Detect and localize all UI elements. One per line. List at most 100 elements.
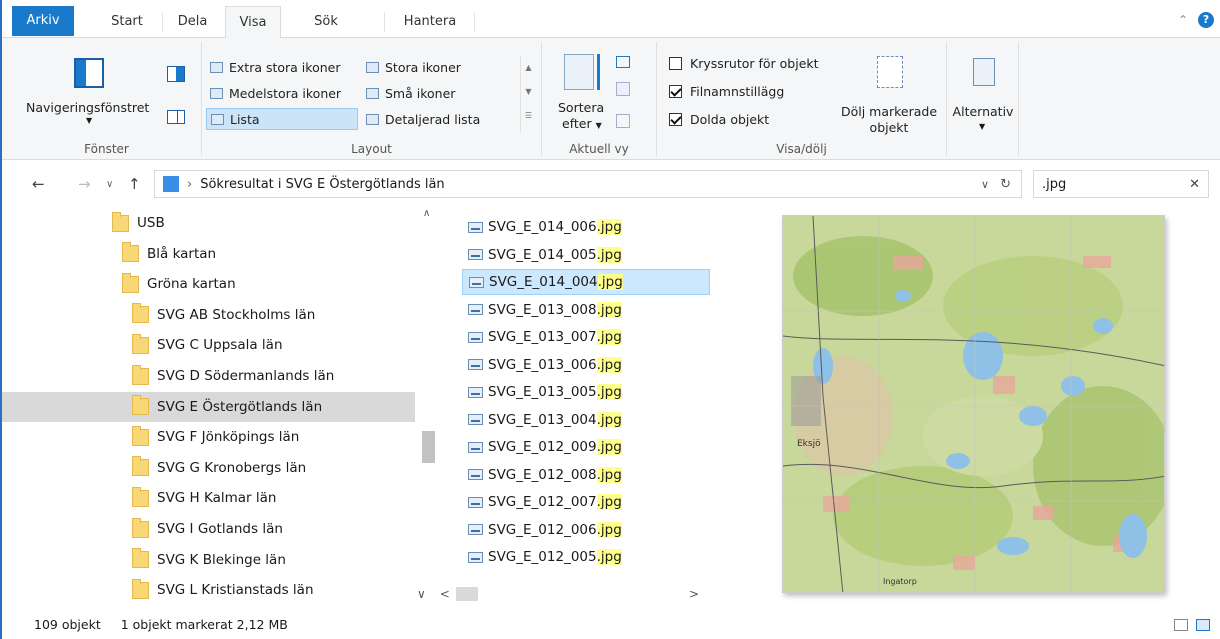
chevron-down-icon[interactable]: ▼: [86, 116, 92, 125]
nav-tree-item-label: SVG AB Stockholms län: [157, 306, 316, 323]
large-icons-view-icon[interactable]: [1196, 618, 1210, 631]
chevron-down-icon[interactable]: ▼: [979, 122, 985, 131]
sort-button[interactable]: Sortera: [558, 100, 604, 115]
nav-tree-item[interactable]: SVG K Blekinge län: [2, 545, 415, 575]
add-columns-icon[interactable]: [616, 82, 630, 96]
layout-label: Små ikoner: [385, 85, 456, 101]
clear-search-icon[interactable]: ✕: [1189, 177, 1200, 192]
address-dropdown-icon[interactable]: ∨: [981, 178, 989, 191]
forward-arrow-icon[interactable]: →: [78, 175, 91, 193]
up-arrow-icon[interactable]: ↑: [128, 175, 141, 193]
nav-tree-item[interactable]: Blå kartan: [2, 239, 415, 269]
nav-tree-item-label: SVG C Uppsala län: [157, 337, 283, 354]
nav-tree-item[interactable]: USB: [2, 208, 415, 238]
selection-info: 1 objekt markerat 2,12 MB: [120, 617, 288, 632]
layout-medium-icons[interactable]: Medelstora ikoner: [206, 82, 345, 104]
file-list-item[interactable]: SVG_E_012_005 .jpg: [462, 544, 710, 570]
group-by-icon[interactable]: [616, 56, 630, 68]
file-extension-highlight: .jpg: [596, 549, 622, 565]
tab-arkiv[interactable]: Arkiv: [12, 6, 74, 36]
checkbox-label: Filnamnstillägg: [690, 84, 785, 99]
nav-tree-item[interactable]: Gröna kartan: [2, 269, 415, 299]
file-list-item[interactable]: SVG_E_012_009 .jpg: [462, 434, 710, 460]
file-list-item[interactable]: SVG_E_014_005 .jpg: [462, 242, 710, 268]
checkbox-file-extensions[interactable]: Filnamnstillägg: [669, 84, 784, 99]
nav-tree-item[interactable]: SVG AB Stockholms län: [2, 300, 415, 330]
group-label-visa-dolj: Visa/dölj: [776, 142, 827, 156]
search-box[interactable]: .jpg ✕: [1033, 170, 1209, 198]
address-bar[interactable]: › Sökresultat i SVG E Östergötlands län …: [154, 170, 1022, 198]
file-list-item[interactable]: SVG_E_013_004 .jpg: [462, 407, 710, 433]
tab-dela[interactable]: Dela: [165, 6, 220, 38]
horizontal-scrollbar-thumb[interactable]: [455, 587, 478, 601]
sort-button-line2[interactable]: efter ▼: [562, 116, 602, 131]
layout-icon: [210, 61, 223, 73]
size-columns-icon[interactable]: [616, 114, 630, 128]
nav-tree-item[interactable]: SVG H Kalmar län: [2, 483, 415, 513]
scroll-down-icon[interactable]: ∨: [417, 587, 426, 601]
file-list-item[interactable]: SVG_E_013_006 .jpg: [462, 352, 710, 378]
collapse-ribbon-icon[interactable]: ⌃: [1178, 13, 1188, 27]
horizontal-scrollbar[interactable]: ∨ < >: [417, 584, 717, 604]
tab-sok[interactable]: Sök: [290, 6, 362, 38]
options-button[interactable]: Alternativ: [947, 104, 1019, 119]
scroll-right-icon[interactable]: >: [689, 587, 699, 601]
checkbox-item-checkboxes-box[interactable]: [669, 57, 682, 70]
checkbox-hidden-items-box[interactable]: [669, 113, 682, 126]
preview-pane-icon[interactable]: [167, 66, 185, 82]
nav-tree-item[interactable]: SVG C Uppsala län: [2, 330, 415, 360]
hide-selected-button[interactable]: Dölj markerade: [837, 104, 941, 119]
details-pane-icon[interactable]: [167, 110, 185, 124]
nav-tree-item[interactable]: SVG I Gotlands län: [2, 514, 415, 544]
help-icon[interactable]: ?: [1198, 12, 1214, 28]
tab-hantera[interactable]: Hantera: [390, 6, 470, 38]
layout-extra-large-icons[interactable]: Extra stora ikoner: [206, 56, 344, 78]
file-list-item[interactable]: SVG_E_012_007 .jpg: [462, 489, 710, 515]
layout-gallery-scroll[interactable]: ▲ ▼ ☰: [520, 56, 536, 132]
file-list-item[interactable]: SVG_E_012_008 .jpg: [462, 462, 710, 488]
scrollbar-thumb[interactable]: [422, 431, 435, 463]
hide-selected-icon: [877, 56, 903, 88]
layout-small-icons[interactable]: Små ikoner: [362, 82, 459, 104]
layout-details[interactable]: Detaljerad lista: [362, 108, 484, 130]
file-list-item[interactable]: SVG_E_014_004 .jpg: [462, 269, 710, 295]
layout-list[interactable]: Lista: [206, 108, 358, 130]
navigation-pane-icon: [74, 58, 104, 88]
file-name: SVG_E_012_006: [488, 521, 597, 538]
group-label-fonster: Fönster: [84, 142, 129, 156]
tab-visa[interactable]: Visa: [225, 6, 281, 39]
recent-locations-chevron-icon[interactable]: ∨: [106, 179, 113, 190]
file-list-item[interactable]: SVG_E_012_006 .jpg: [462, 517, 710, 543]
file-name: SVG_E_013_005: [488, 384, 597, 400]
refresh-icon[interactable]: ↻: [1000, 177, 1011, 192]
scroll-left-icon[interactable]: <: [440, 587, 450, 601]
checkbox-file-extensions-box[interactable]: [669, 85, 682, 98]
tab-start[interactable]: Start: [97, 6, 157, 38]
image-file-icon: [468, 249, 483, 260]
group-fonster: Navigeringsfönstret ▼ Fönster: [12, 42, 202, 156]
nav-tree-item[interactable]: SVG F Jönköpings län: [2, 422, 415, 452]
file-name: SVG_E_013_008: [488, 301, 597, 318]
image-file-icon: [468, 414, 483, 425]
checkbox-hidden-items[interactable]: Dolda objekt: [669, 112, 769, 127]
file-list-item[interactable]: SVG_E_013_005 .jpg: [462, 379, 710, 405]
file-list-item[interactable]: SVG_E_014_006 .jpg: [462, 214, 710, 240]
navigation-pane-button[interactable]: Navigeringsfönstret: [26, 100, 149, 115]
back-arrow-icon[interactable]: ←: [32, 175, 45, 193]
nav-tree-item[interactable]: SVG E Östergötlands län: [2, 391, 415, 422]
group-label-aktuell-vy: Aktuell vy: [569, 142, 629, 156]
search-input[interactable]: .jpg: [1042, 177, 1066, 192]
nav-tree-item[interactable]: SVG L Kristianstads län: [2, 575, 415, 605]
scroll-up-icon[interactable]: ∧: [423, 208, 430, 219]
checkbox-label: Dolda objekt: [690, 112, 770, 127]
layout-large-icons[interactable]: Stora ikoner: [362, 56, 465, 78]
file-list-item[interactable]: SVG_E_013_008 .jpg: [462, 297, 710, 323]
details-view-icon[interactable]: [1174, 618, 1188, 631]
nav-tree-item[interactable]: SVG G Kronobergs län: [2, 453, 415, 483]
nav-tree-item[interactable]: SVG D Södermanlands län: [2, 361, 415, 391]
nav-pane-scrollbar[interactable]: ∧: [418, 206, 438, 606]
checkbox-item-checkboxes[interactable]: Kryssrutor för objekt: [669, 56, 819, 71]
breadcrumb-path[interactable]: Sökresultat i SVG E Östergötlands län: [200, 177, 444, 192]
file-list-item[interactable]: SVG_E_013_007 .jpg: [462, 324, 710, 350]
hide-selected-button-line2[interactable]: objekt: [837, 120, 941, 135]
